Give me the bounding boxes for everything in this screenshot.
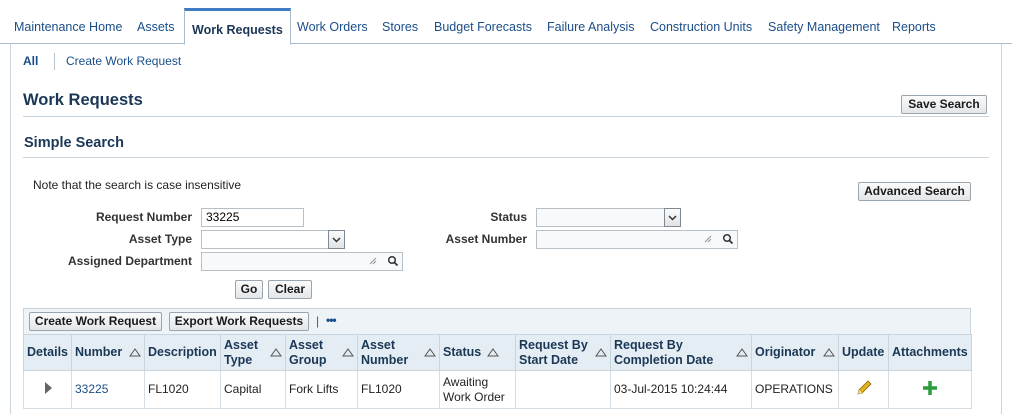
lov-resize-icon bbox=[704, 235, 712, 243]
asset-type-label: Asset Type bbox=[128, 232, 192, 246]
sort-icon[interactable] bbox=[487, 347, 499, 357]
chevron-down-icon bbox=[332, 237, 341, 243]
column-header-details: Details bbox=[23, 334, 72, 371]
completion-date-cell: 03-Jul-2015 10:24:44 bbox=[610, 370, 752, 409]
column-header-status[interactable]: Status bbox=[439, 334, 516, 371]
simple-search-heading: Simple Search bbox=[24, 135, 124, 151]
tab-stores[interactable]: Stores bbox=[382, 18, 418, 36]
description-cell: FL1020 bbox=[144, 370, 221, 409]
column-header-request-by-completion-date[interactable]: Request By Completion Date bbox=[610, 334, 752, 371]
column-header-originator[interactable]: Originator bbox=[751, 334, 839, 371]
asset-group-cell: Fork Lifts bbox=[285, 370, 358, 409]
sort-icon[interactable] bbox=[823, 347, 835, 357]
details-cell bbox=[23, 370, 72, 409]
status-select[interactable] bbox=[536, 208, 681, 227]
table-header-row: Details Number Description Asset Type Ass… bbox=[23, 334, 972, 371]
go-button[interactable]: Go bbox=[235, 280, 263, 299]
advanced-search-button[interactable]: Advanced Search bbox=[858, 182, 971, 201]
save-search-button[interactable]: Save Search bbox=[901, 95, 987, 114]
chevron-down-icon bbox=[668, 215, 677, 221]
subtab-create-work-request[interactable]: Create Work Request bbox=[66, 54, 181, 68]
triangle-right-icon[interactable] bbox=[43, 381, 53, 395]
status-cell: Awaiting Work Order bbox=[439, 370, 516, 409]
page-title: Work Requests bbox=[23, 91, 143, 109]
more-actions-icon[interactable]: ••• bbox=[326, 313, 337, 327]
column-header-asset-number[interactable]: Asset Number bbox=[357, 334, 440, 371]
asset-number-cell: FL1020 bbox=[357, 370, 440, 409]
asset-type-dropdown-button[interactable] bbox=[328, 230, 345, 249]
tab-safety-management[interactable]: Safety Management bbox=[768, 18, 880, 36]
sort-icon[interactable] bbox=[424, 347, 436, 357]
column-header-asset-type[interactable]: Asset Type bbox=[220, 334, 286, 371]
subtab-separator bbox=[54, 53, 55, 70]
sort-icon[interactable] bbox=[595, 347, 607, 357]
asset-type-cell: Capital bbox=[220, 370, 286, 409]
update-cell bbox=[838, 370, 889, 409]
status-dropdown-button[interactable] bbox=[664, 208, 681, 227]
results-toolbar: Create Work Request Export Work Requests… bbox=[23, 308, 971, 334]
sort-icon[interactable] bbox=[129, 347, 141, 357]
title-divider bbox=[23, 116, 989, 117]
column-header-asset-group[interactable]: Asset Group bbox=[285, 334, 358, 371]
sort-icon[interactable] bbox=[342, 347, 354, 357]
search-note: Note that the search is case insensitive bbox=[33, 178, 242, 192]
assigned-department-input[interactable] bbox=[201, 252, 403, 271]
tab-work-requests[interactable]: Work Requests bbox=[184, 8, 291, 45]
column-header-number[interactable]: Number bbox=[71, 334, 145, 371]
column-header-request-by-start-date[interactable]: Request By Start Date bbox=[515, 334, 611, 371]
request-number-input[interactable]: 33225 bbox=[201, 208, 304, 227]
column-header-update: Update bbox=[838, 334, 889, 371]
column-header-description: Description bbox=[144, 334, 221, 371]
sort-icon[interactable] bbox=[270, 347, 282, 357]
section-divider bbox=[23, 157, 989, 158]
asset-type-select[interactable] bbox=[201, 230, 345, 249]
tab-reports[interactable]: Reports bbox=[892, 18, 936, 36]
originator-cell: OPERATIONS bbox=[751, 370, 839, 409]
start-date-cell bbox=[515, 370, 611, 409]
work-requests-table: Details Number Description Asset Type Ass… bbox=[23, 334, 972, 409]
tab-work-orders[interactable]: Work Orders bbox=[297, 18, 368, 36]
toolbar-separator: | bbox=[316, 314, 320, 328]
clear-button[interactable]: Clear bbox=[268, 280, 312, 299]
assigned-department-label: Assigned Department bbox=[67, 254, 192, 268]
tab-failure-analysis[interactable]: Failure Analysis bbox=[547, 18, 635, 36]
request-number-label: Request Number bbox=[95, 210, 192, 224]
export-work-requests-button[interactable]: Export Work Requests bbox=[169, 312, 309, 331]
tab-maintenance-home[interactable]: Maintenance Home bbox=[14, 18, 122, 36]
search-icon[interactable] bbox=[722, 233, 734, 245]
column-header-attachments: Attachments bbox=[888, 334, 972, 371]
asset-number-label: Asset Number bbox=[445, 232, 527, 246]
number-cell: 33225 bbox=[71, 370, 145, 409]
request-number-link[interactable]: 33225 bbox=[75, 382, 108, 396]
asset-number-input[interactable] bbox=[536, 230, 738, 249]
subtab-all[interactable]: All bbox=[23, 54, 38, 68]
create-work-request-button[interactable]: Create Work Request bbox=[29, 312, 162, 331]
attachments-cell bbox=[888, 370, 972, 409]
table-row: 33225 FL1020 Capital Fork Lifts FL1020 A… bbox=[23, 370, 972, 409]
lov-resize-icon bbox=[369, 257, 377, 265]
status-label: Status bbox=[490, 210, 527, 224]
plus-icon[interactable] bbox=[921, 379, 939, 397]
tab-budget-forecasts[interactable]: Budget Forecasts bbox=[434, 18, 532, 36]
sort-icon[interactable] bbox=[736, 347, 748, 357]
tab-assets[interactable]: Assets bbox=[137, 18, 175, 36]
pencil-icon[interactable] bbox=[855, 379, 873, 397]
search-icon[interactable] bbox=[387, 255, 399, 267]
tab-construction-units[interactable]: Construction Units bbox=[650, 18, 752, 36]
